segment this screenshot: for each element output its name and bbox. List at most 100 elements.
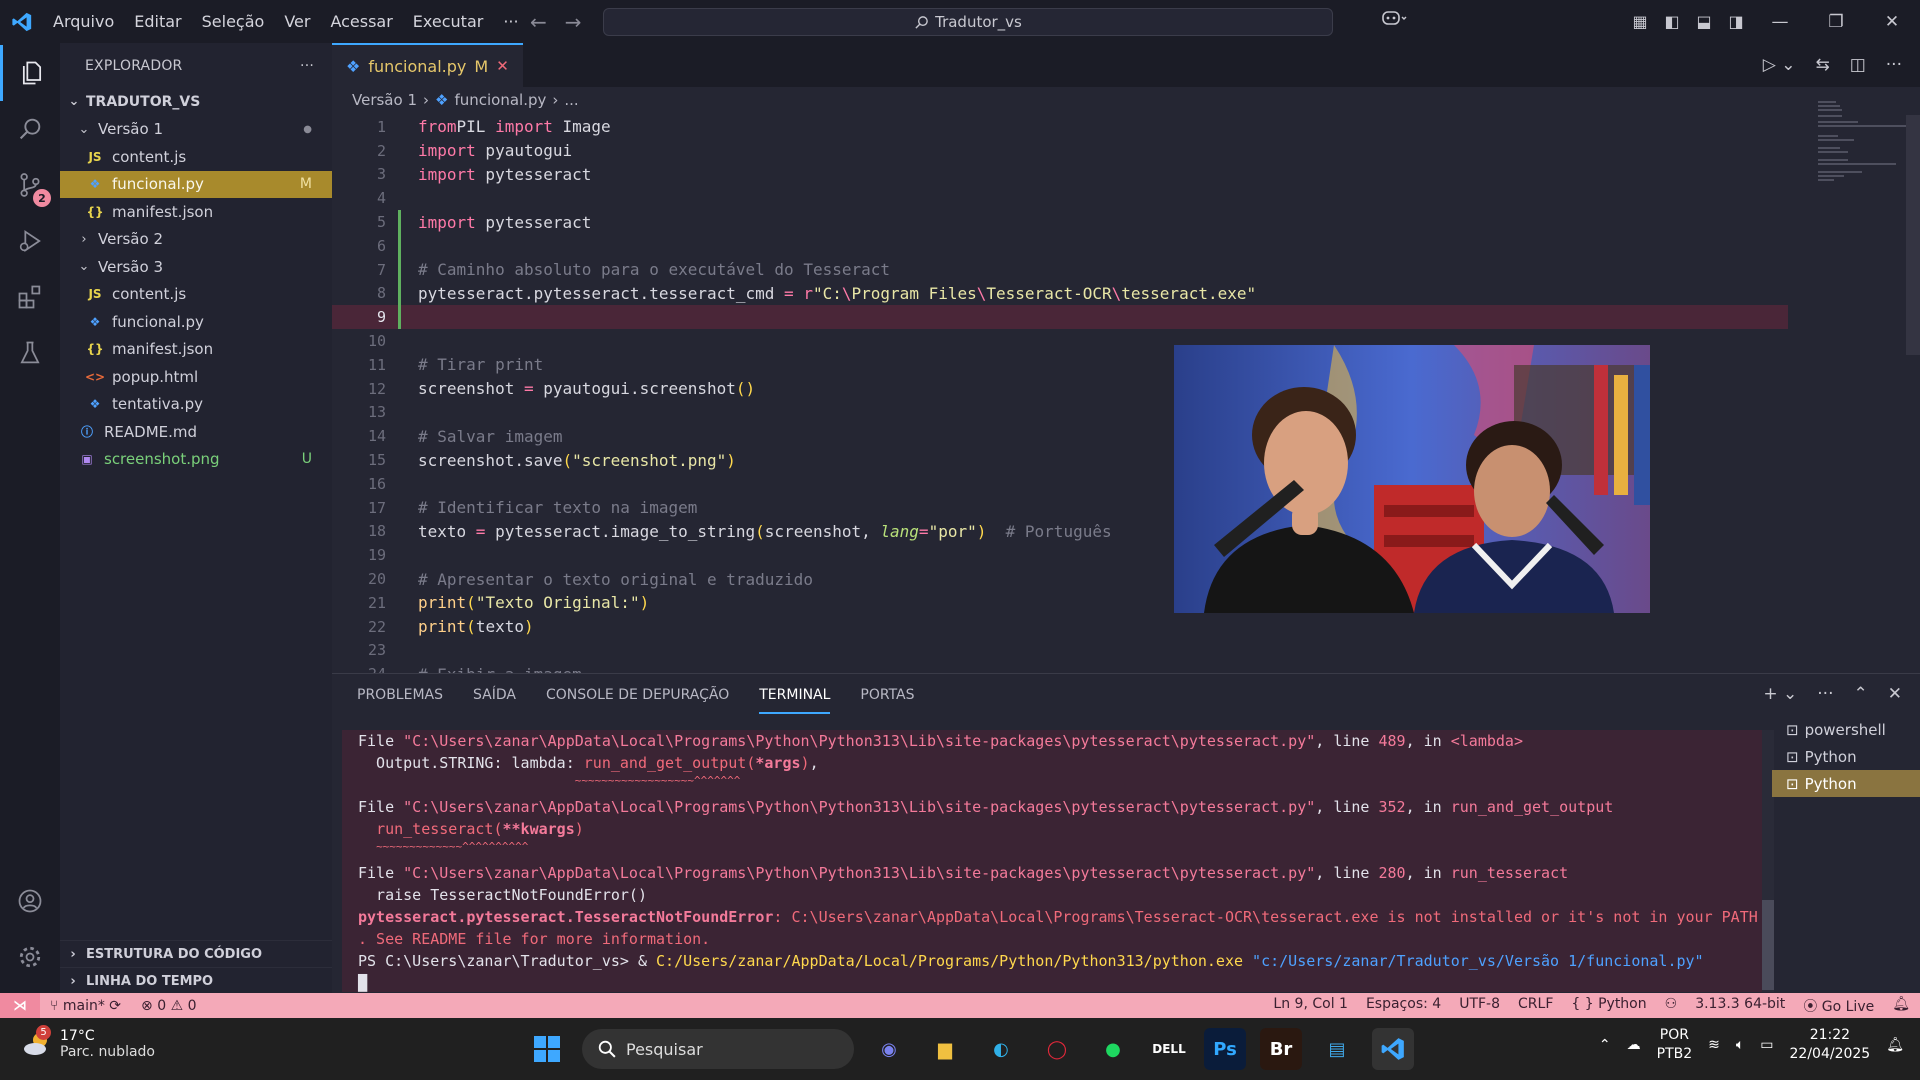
close-window-icon[interactable]: ✕ — [1864, 12, 1920, 32]
outline-section[interactable]: › ESTRUTURA DO CÓDIGO — [60, 940, 332, 967]
branch-status[interactable]: ⑂ main* ⟳ — [40, 998, 131, 1014]
dell-icon[interactable]: DELL — [1148, 1028, 1190, 1070]
notepad-icon[interactable]: ▤ — [1316, 1028, 1358, 1070]
end-of-line[interactable]: CRLF — [1518, 996, 1553, 1016]
copilot-icon[interactable] — [1381, 9, 1407, 32]
toggle-secondary-sidebar-icon[interactable]: ◨ — [1720, 12, 1752, 31]
search-sidebar-icon[interactable] — [0, 101, 60, 157]
edge-icon[interactable]: ◐ — [980, 1028, 1022, 1070]
code-line[interactable]: 5 import pytesseract — [332, 210, 1788, 234]
remote-icon[interactable]: ⋊ — [0, 993, 40, 1018]
breadcrumb-folder[interactable]: Versão 1 — [352, 91, 417, 109]
code-line[interactable]: 8 pytesseract.pytesseract.tesseract_cmd =… — [332, 281, 1788, 306]
tree-item[interactable]: JS content.js — [60, 281, 332, 309]
language-mode[interactable]: { } Python — [1571, 996, 1646, 1016]
menu-ver[interactable]: Ver — [274, 12, 320, 31]
notification-center-icon[interactable]: 🔔︎ — [1886, 1037, 1904, 1053]
code-line[interactable]: 9 — [332, 305, 1788, 330]
explorer-more-button[interactable]: ··· — [300, 58, 314, 74]
tree-item[interactable]: ❖ funcional.py M — [60, 170, 332, 198]
opera-icon[interactable]: ◯ — [1036, 1028, 1078, 1070]
file-explorer-icon[interactable]: ▆ — [924, 1028, 966, 1070]
run-python-icon[interactable]: ▷ ⌄ — [1763, 55, 1796, 75]
extensions-icon[interactable] — [0, 269, 60, 325]
code-line[interactable]: 22 print(texto) — [332, 615, 1788, 639]
minimize-icon[interactable]: — — [1752, 12, 1808, 32]
close-panel-icon[interactable]: ✕ — [1888, 684, 1902, 704]
tree-item[interactable]: ❖ funcional.py — [60, 308, 332, 336]
battery-icon[interactable]: ▭ — [1760, 1037, 1773, 1053]
maximize-panel-icon[interactable]: ⌃ — [1854, 684, 1868, 704]
editor-scrollbar[interactable] — [1906, 115, 1920, 355]
weather-widget[interactable]: 5 17°C Parc. nublado — [22, 1025, 155, 1060]
more-actions-icon[interactable]: ··· — [1886, 55, 1902, 75]
tree-item[interactable]: ❖ tentativa.py — [60, 391, 332, 419]
spotify-icon[interactable]: ● — [1092, 1028, 1134, 1070]
problems-status[interactable]: ⊗ 0 ⚠ 0 — [131, 998, 206, 1014]
tab-problems[interactable]: PROBLEMAS — [357, 687, 443, 703]
timeline-section[interactable]: › LINHA DO TEMPO — [60, 967, 332, 994]
copilot-status-icon[interactable]: ⚇ — [1665, 996, 1678, 1016]
bridge-icon[interactable]: Br — [1260, 1028, 1302, 1070]
menu-executar[interactable]: Executar — [403, 12, 494, 31]
panel-more-icon[interactable]: ··· — [1817, 684, 1833, 704]
python-interpreter[interactable]: 3.13.3 64-bit — [1695, 996, 1785, 1016]
source-control-icon[interactable]: 2 — [0, 157, 60, 213]
tab-debug-console[interactable]: CONSOLE DE DEPURAÇÃO — [546, 687, 729, 703]
command-center-search[interactable]: Tradutor_vs — [603, 8, 1333, 36]
tree-item[interactable]: {} manifest.json — [60, 198, 332, 226]
code-line[interactable]: 3 import pytesseract — [332, 163, 1788, 187]
code-line[interactable]: 6 — [332, 233, 1788, 258]
forward-arrow-icon[interactable]: → — [565, 10, 582, 34]
terminal-instance[interactable]: ⊡ Python — [1772, 743, 1920, 770]
tree-item[interactable]: <> popup.html — [60, 363, 332, 391]
volume-icon[interactable]: 🔈︎ — [1736, 1037, 1744, 1053]
code-line[interactable]: 2 import pyautogui — [332, 139, 1788, 163]
terminal-instance[interactable]: ⊡ powershell — [1772, 716, 1920, 743]
run-debug-icon[interactable] — [0, 213, 60, 269]
menu-selecao[interactable]: Seleção — [192, 12, 275, 31]
taskbar-search[interactable]: Pesquisar — [582, 1029, 854, 1069]
code-line[interactable]: 1 fromPIL import Image — [332, 115, 1788, 139]
explorer-icon[interactable] — [0, 45, 60, 101]
indentation[interactable]: Espaços: 4 — [1366, 996, 1441, 1016]
notifications-bell-icon[interactable]: 🔔︎ — [1892, 996, 1910, 1016]
testing-icon[interactable] — [0, 325, 60, 381]
settings-gear-icon[interactable] — [0, 929, 60, 985]
code-line[interactable]: 7 # Caminho absoluto para o executável do… — [332, 257, 1788, 282]
terminal-output[interactable]: File "C:\Users\zanar\AppData\Local\Progr… — [342, 730, 1766, 992]
code-line[interactable]: 4 — [332, 186, 1788, 210]
terminal-instance[interactable]: ⊡ Python — [1772, 770, 1920, 797]
language-indicator[interactable]: POR PTB2 — [1657, 1026, 1693, 1064]
menu-acessar[interactable]: Acessar — [320, 12, 402, 31]
customize-layout-icon[interactable]: ▦ — [1624, 12, 1656, 31]
toggle-panel-icon[interactable]: ⬓ — [1688, 12, 1720, 31]
breadcrumb-symbol[interactable]: ... — [564, 91, 578, 109]
menu-editar[interactable]: Editar — [124, 12, 191, 31]
tree-item[interactable]: › Versão 2 — [60, 226, 332, 254]
restore-icon[interactable]: ❐ — [1808, 12, 1864, 32]
tray-overflow-icon[interactable]: ⌃ — [1599, 1037, 1611, 1053]
code-line[interactable]: 23 — [332, 639, 1788, 663]
photoshop-icon[interactable]: Ps — [1204, 1028, 1246, 1070]
clock[interactable]: 21:22 22/04/2025 — [1790, 1026, 1871, 1064]
open-changes-icon[interactable]: ⇆ — [1815, 55, 1829, 75]
tree-item[interactable]: ▣ screenshot.png U — [60, 446, 332, 474]
breadcrumb-file[interactable]: funcional.py — [454, 91, 546, 109]
cursor-position[interactable]: Ln 9, Col 1 — [1273, 996, 1348, 1016]
tab-output[interactable]: SAÍDA — [473, 687, 516, 703]
split-editor-icon[interactable]: ◫ — [1850, 55, 1866, 75]
discord-icon[interactable]: ◉ — [868, 1028, 910, 1070]
menu-arquivo[interactable]: Arquivo — [43, 12, 124, 31]
go-live-button[interactable]: ⦿ Go Live — [1803, 996, 1874, 1016]
vscode-taskbar-icon[interactable] — [1372, 1028, 1414, 1070]
toggle-sidebar-icon[interactable]: ◧ — [1656, 12, 1688, 31]
tree-item[interactable]: ⌄ Versão 1 ● — [60, 116, 332, 144]
accounts-icon[interactable] — [0, 873, 60, 929]
close-tab-icon[interactable]: ✕ — [496, 57, 509, 75]
tab-funcional-py[interactable]: ❖ funcional.py M ✕ — [332, 43, 523, 87]
wifi-icon[interactable]: ≋ — [1708, 1037, 1720, 1053]
tab-ports[interactable]: PORTAS — [860, 687, 914, 703]
minimap[interactable] — [1788, 95, 1920, 673]
onedrive-icon[interactable]: ☁︎ — [1627, 1037, 1641, 1053]
